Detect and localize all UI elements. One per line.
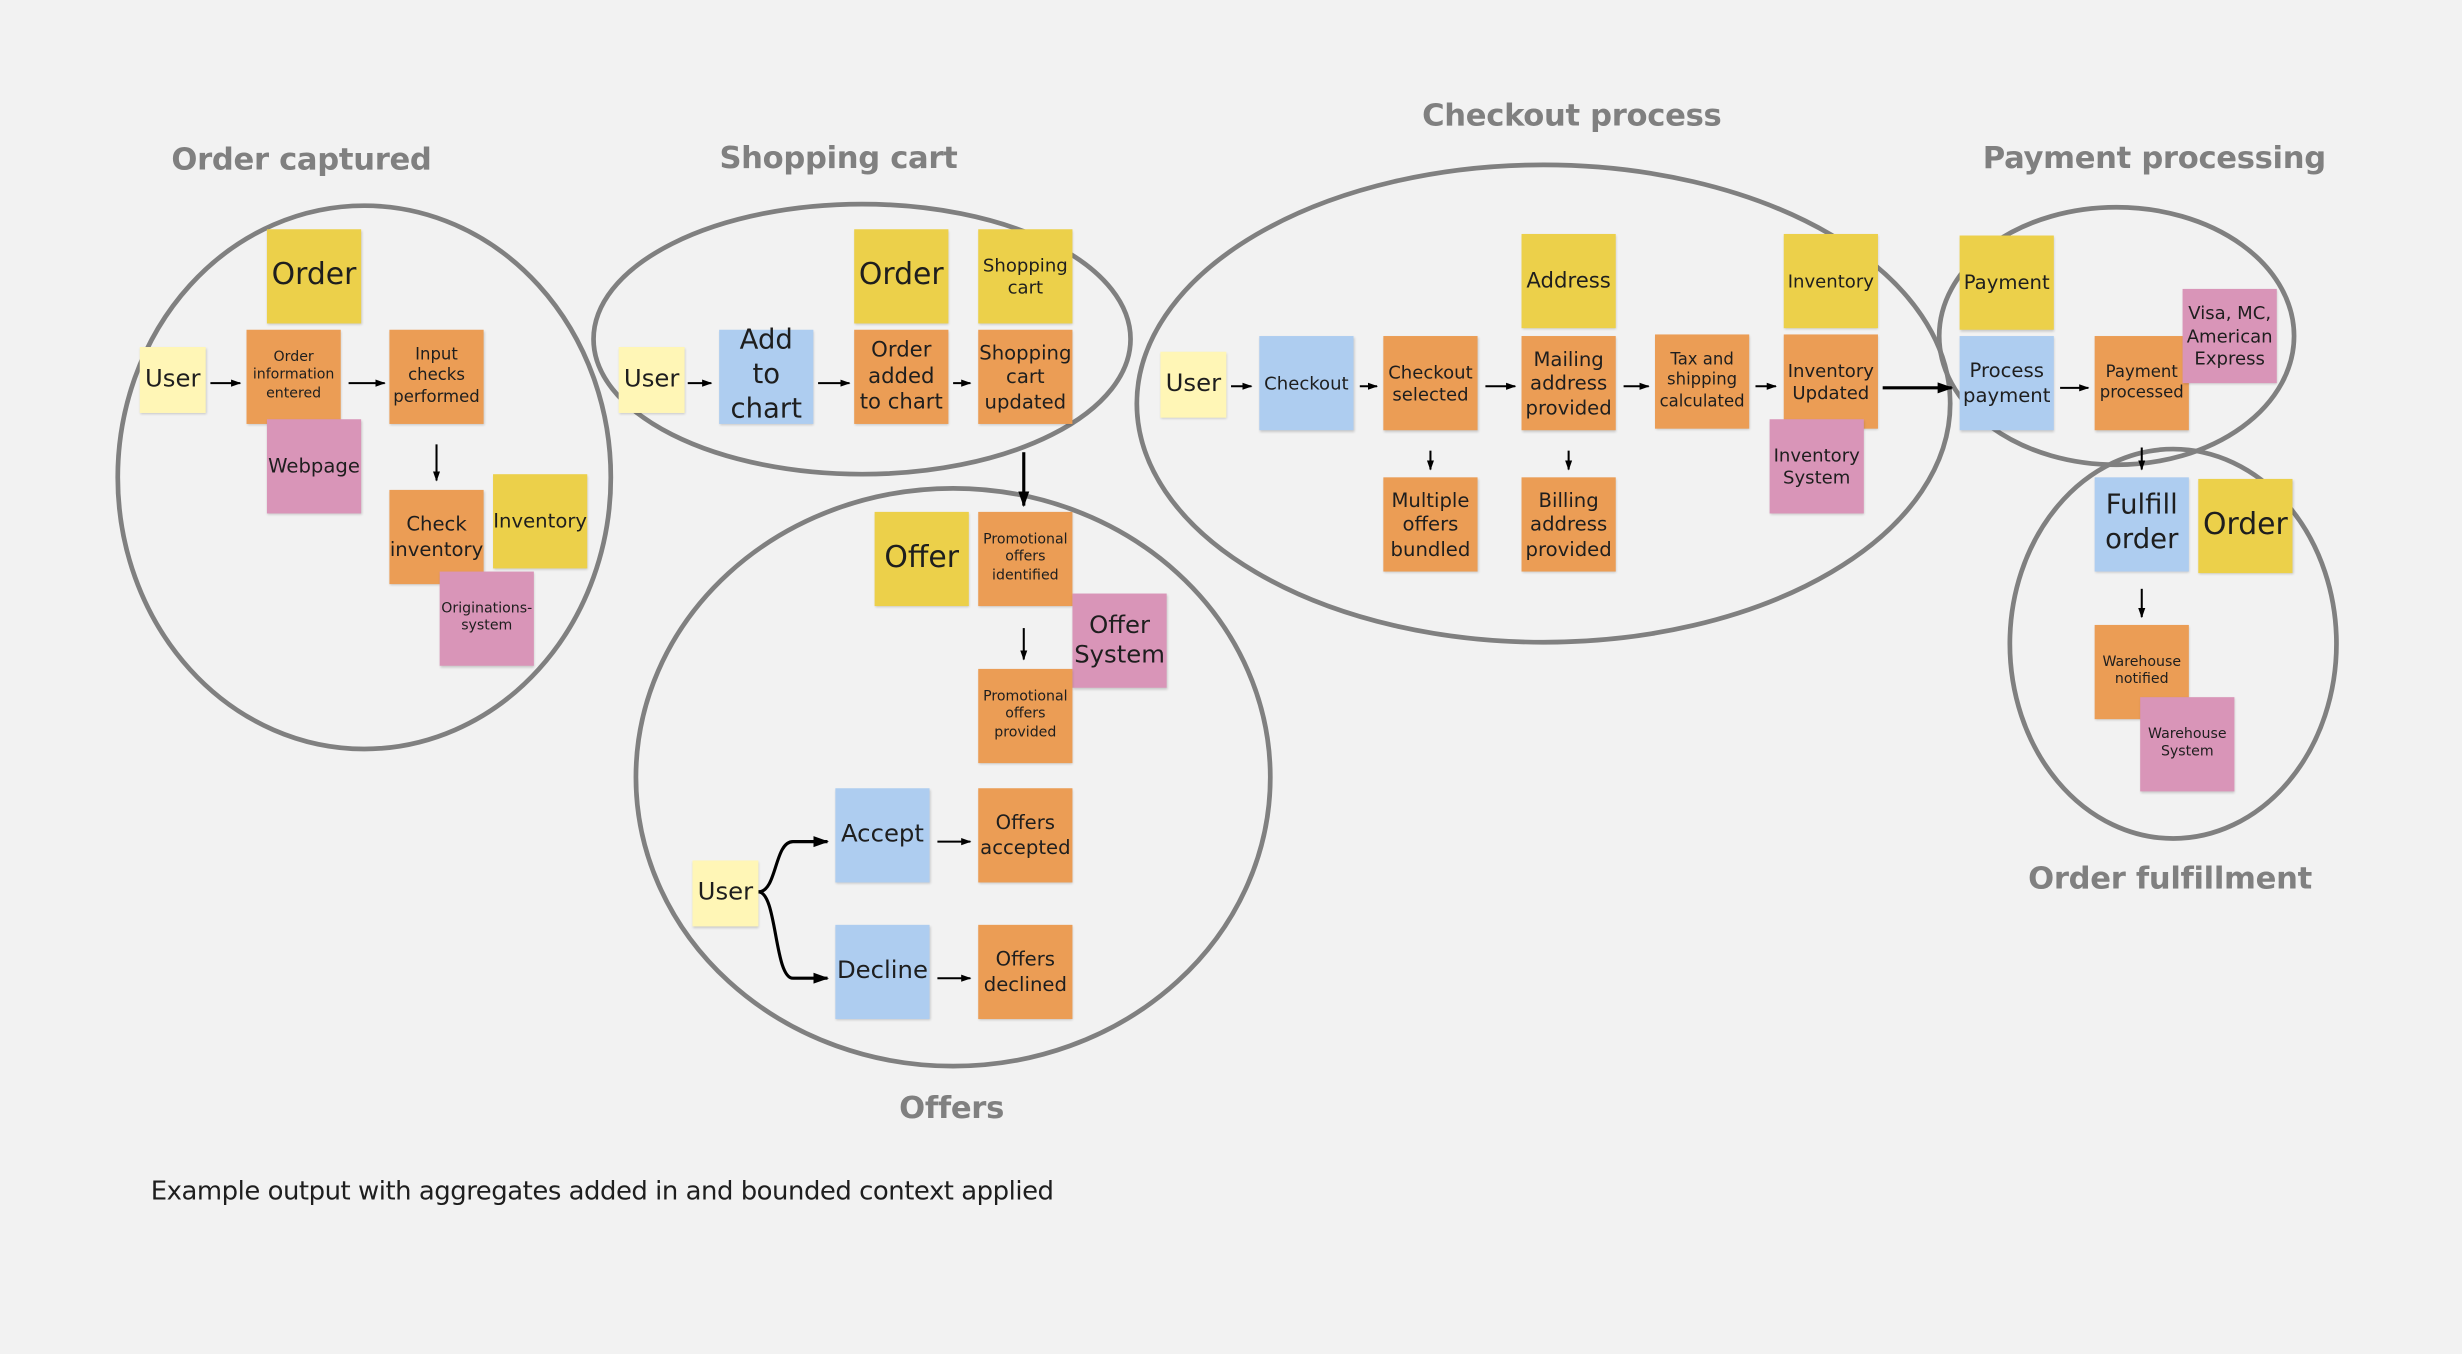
context-title-checkout-process: Checkout process	[1422, 97, 1722, 134]
event-tax-and-shipping-calculated[interactable]: Tax and shipping calculated	[1654, 334, 1750, 429]
context-title-shopping-cart: Shopping cart	[719, 139, 958, 176]
system-offer-system[interactable]: Offer System	[1072, 593, 1167, 688]
actor-user[interactable]: User	[618, 347, 685, 413]
event-offers-accepted[interactable]: Offers accepted	[978, 788, 1073, 883]
aggregate-order[interactable]: Order	[2198, 478, 2293, 574]
branch-arrow-decline	[757, 890, 830, 984]
aggregate-shopping-cart[interactable]: Shopping cart	[978, 229, 1073, 324]
aggregate-order[interactable]: Order	[266, 229, 362, 324]
boundaries-layer	[115, 162, 2339, 1069]
aggregate-payment[interactable]: Payment	[1959, 235, 2054, 330]
event-payment-processed[interactable]: Payment processed	[2094, 336, 2189, 431]
event-checkout-selected[interactable]: Checkout selected	[1383, 336, 1478, 431]
event-order-information-entered[interactable]: Order information entered	[246, 329, 341, 424]
actor-user[interactable]: User	[692, 860, 759, 927]
event-check-inventory[interactable]: Check inventory	[389, 489, 484, 585]
command-add-to-chart[interactable]: Add to chart	[719, 325, 814, 425]
actor-user[interactable]: User	[139, 347, 206, 413]
caption: Example output with aggregates added in …	[150, 1176, 1054, 1206]
aggregate-offer[interactable]: Offer	[874, 511, 969, 607]
context-title-offers: Offers	[899, 1089, 1004, 1126]
system-warehouse-system[interactable]: Warehouse System	[2140, 697, 2235, 792]
aggregate-inventory[interactable]: Inventory	[493, 474, 588, 569]
event-multiple-offers-bundled[interactable]: Multiple offers bundled	[1383, 477, 1478, 572]
context-title-payment-processing: Payment processing	[1982, 139, 2326, 176]
event-storming-board: Order captured Shopping cart Checkout pr…	[0, 0, 2462, 1354]
system-inventory-system[interactable]: Inventory System	[1769, 419, 1864, 514]
event-shopping-cart-updated[interactable]: Shopping cart updated	[978, 329, 1073, 424]
branch-arrow-accept	[758, 836, 830, 894]
command-process-payment[interactable]: Process payment	[1959, 336, 2054, 431]
command-fulfill-order[interactable]: Fulfill order	[2094, 477, 2189, 572]
event-offers-declined[interactable]: Offers declined	[978, 924, 1073, 1020]
event-billing-address-provided[interactable]: Billing address provided	[1521, 477, 1616, 572]
event-order-added-to-chart[interactable]: Order added to chart	[854, 329, 949, 424]
system-card-networks[interactable]: Visa, MC, American Express	[2182, 288, 2277, 384]
command-accept[interactable]: Accept	[835, 788, 930, 883]
event-promotional-offers-identified[interactable]: Promotional offers identified	[978, 511, 1073, 607]
aggregate-inventory[interactable]: Inventory	[1783, 233, 1878, 329]
context-title-order-captured: Order captured	[171, 141, 432, 178]
event-input-checks-performed[interactable]: Input checks performed	[389, 329, 484, 424]
system-originations[interactable]: Originations-system	[439, 571, 534, 666]
aggregate-address[interactable]: Address	[1521, 233, 1616, 329]
actor-user[interactable]: User	[1160, 351, 1227, 418]
aggregate-order[interactable]: Order	[854, 229, 949, 324]
command-decline[interactable]: Decline	[835, 924, 930, 1020]
context-title-order-fulfillment: Order fulfillment	[2028, 860, 2312, 897]
event-mailing-address-provided[interactable]: Mailing address provided	[1521, 336, 1616, 431]
command-checkout[interactable]: Checkout	[1259, 336, 1354, 431]
event-promotional-offers-provided[interactable]: Promotional offers provided	[978, 668, 1073, 764]
system-webpage[interactable]: Webpage	[266, 419, 362, 514]
event-inventory-updated[interactable]: Inventory Updated	[1783, 334, 1878, 429]
